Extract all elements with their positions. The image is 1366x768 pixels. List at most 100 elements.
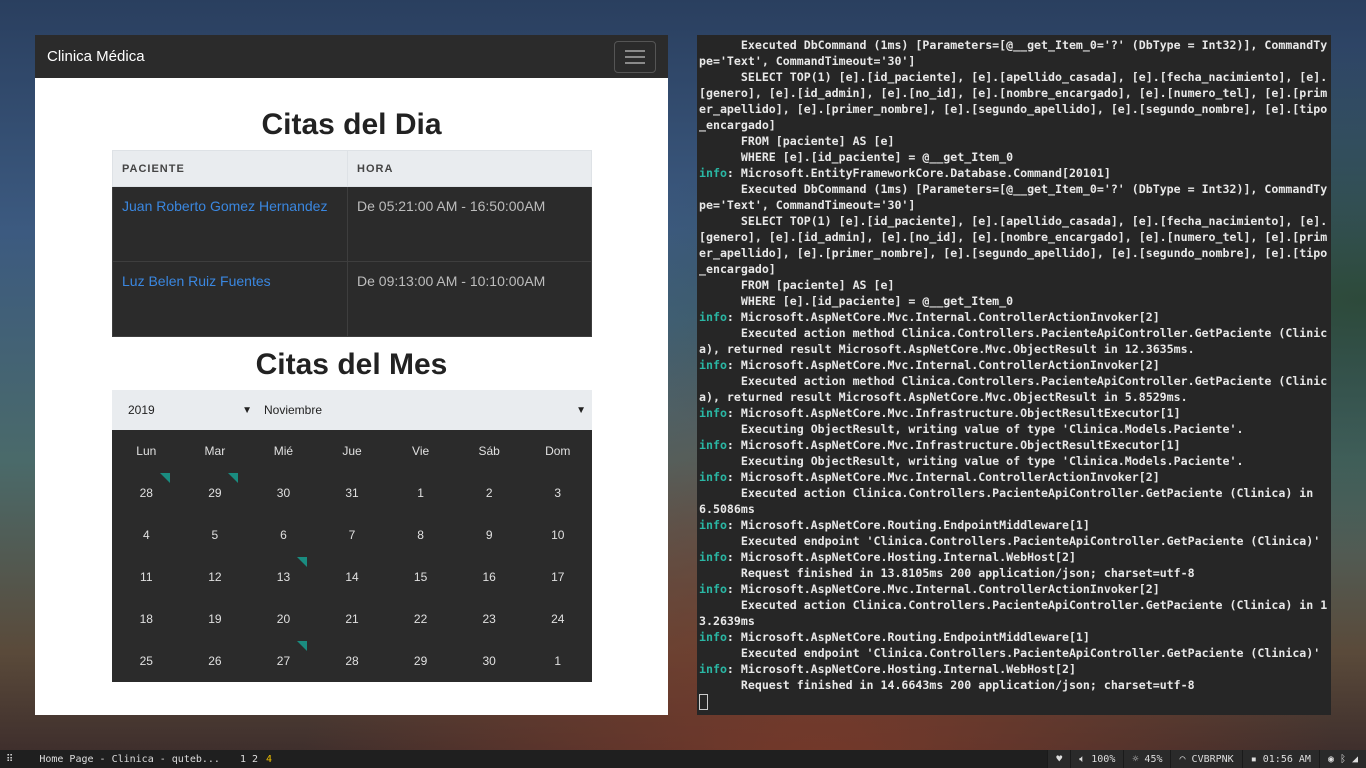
calendar-day[interactable]: 22 [386,598,455,640]
terminal-line: Executed action Clinica.Controllers.Paci… [699,486,1321,516]
calendar-day[interactable]: 2 [455,472,524,514]
calendar-day[interactable]: 25 [112,640,181,682]
terminal-line: SELECT TOP(1) [e].[id_paciente], [e].[ap… [699,214,1328,276]
calendar-week: 4 5 6 7 8 9 10 [112,514,592,556]
log-level-label: info [699,582,727,596]
weekday-label: Sáb [478,444,500,458]
log-level-label: info [699,630,727,644]
calendar-day[interactable]: 3 [523,472,592,514]
calendar-day[interactable]: 12 [181,556,250,598]
calendar-day[interactable]: 17 [523,556,592,598]
calendar-day[interactable]: 24 [523,598,592,640]
col-hora-header: HORA [347,150,592,187]
year-select[interactable]: 2019 ▼ [112,390,258,430]
calendar-day[interactable]: 14 [318,556,387,598]
calendar-day[interactable]: 10 [523,514,592,556]
terminal-line: Executed endpoint 'Clinica.Controllers.P… [699,534,1321,548]
system-tray: ♥ 🔈︎ 100% ☼ 45% ◠ CVBRPNK ▪ 01:56 AM ◉ ᛒ ◢ [1047,750,1366,768]
brightness-indicator[interactable]: ☼ 45% [1123,750,1171,768]
calendar-day[interactable]: 31 [318,472,387,514]
calendar-day[interactable]: 1 [523,640,592,682]
terminal-line: info: Microsoft.AspNetCore.Mvc.Internal.… [699,310,1160,324]
calendar-day[interactable]: 30 [249,472,318,514]
calendar-day[interactable]: 7 [318,514,387,556]
terminal-line: info: Microsoft.AspNetCore.Routing.Endpo… [699,518,1090,532]
calendar-day[interactable]: 13 [249,556,318,598]
navbar-brand[interactable]: Clinica Médica [47,48,145,65]
calendar-day[interactable]: 26 [181,640,250,682]
workspace-4[interactable]: 4 [262,754,276,765]
terminal-line: info: Microsoft.AspNetCore.Routing.Endpo… [699,630,1090,644]
calendar-day[interactable]: 15 [386,556,455,598]
patient-link[interactable]: Luz Belen Ruiz Fuentes [112,261,348,337]
wifi-indicator[interactable]: ◠ CVBRPNK [1170,750,1242,768]
calendar-day[interactable]: 29 [386,640,455,682]
calendar-week: 25 26 27 28 29 30 1 [112,640,592,682]
terminal-line: info: Microsoft.AspNetCore.Mvc.Internal.… [699,470,1160,484]
active-window-title[interactable]: Home Page - Clinica - quteb... [19,754,226,765]
calendar-day[interactable]: 27 [249,640,318,682]
table-row: Juan Roberto Gomez Hernandez De 05:21:00… [112,186,592,262]
patient-link[interactable]: Juan Roberto Gomez Hernandez [112,186,348,262]
terminal-output: Executed DbCommand (1ms) [Parameters=[@_… [697,35,1331,712]
calendar-day[interactable]: 9 [455,514,524,556]
calendar-week: 11 12 13 14 15 16 17 [112,556,592,598]
calendar-day[interactable]: 19 [181,598,250,640]
heart-icon[interactable]: ♥ [1047,750,1071,768]
calendar-icon: ▪ [1250,753,1257,765]
calendar-day[interactable]: 16 [455,556,524,598]
clock[interactable]: ▪ 01:56 AM [1241,750,1319,768]
volume-indicator[interactable]: 🔈︎ 100% [1070,750,1124,768]
dropdown-arrow-icon: ▼ [242,404,252,416]
workspace-1[interactable]: 1 [226,754,248,765]
log-level-label: info [699,358,727,372]
calendar-day[interactable]: 1 [386,472,455,514]
terminal-line: Request finished in 14.6643ms 200 applic… [699,678,1195,692]
calendar-day[interactable]: 5 [181,514,250,556]
browser-window: Clinica Médica Citas del Dia PACIENTE HO… [35,35,668,715]
terminal-line: Executing ObjectResult, writing value of… [699,454,1244,468]
weekday-label: Vie [412,444,430,458]
apps-grid-icon[interactable]: ⠿ [0,754,19,765]
terminal-line: info: Microsoft.AspNetCore.Hosting.Inter… [699,662,1076,676]
hamburger-icon [625,49,645,52]
terminal-line: FROM [paciente] AS [e] [699,134,895,148]
calendar-day[interactable]: 21 [318,598,387,640]
workspace-2[interactable]: 2 [248,754,262,765]
wifi-icon: ◠ [1179,753,1186,765]
col-paciente-header: PACIENTE [112,150,348,187]
calendar-day[interactable]: 23 [455,598,524,640]
calendar-day[interactable]: 4 [112,514,181,556]
tray-icons[interactable]: ◉ ᛒ ◢ [1318,750,1366,768]
hora-cell: De 09:13:00 AM - 10:10:00AM [347,261,592,337]
calendar-day[interactable]: 28 [112,472,181,514]
terminal-line: WHERE [e].[id_paciente] = @__get_Item_0 [699,150,1014,164]
navbar-toggler-button[interactable] [614,40,656,73]
calendar-day[interactable]: 11 [112,556,181,598]
terminal-line: FROM [paciente] AS [e] [699,278,895,292]
navbar: Clinica Médica [35,35,668,78]
calendar-day[interactable]: 30 [455,640,524,682]
month-select[interactable]: Noviembre ▼ [258,390,592,430]
terminal-line: WHERE [e].[id_paciente] = @__get_Item_0 [699,294,1014,308]
month-select-value: Noviembre [264,403,323,417]
terminal-window[interactable]: Executed DbCommand (1ms) [Parameters=[@_… [697,35,1331,715]
calendar-day[interactable]: 6 [249,514,318,556]
calendar-day[interactable]: 18 [112,598,181,640]
bluetooth-icon[interactable]: ᛒ [1340,754,1346,765]
calendar-day[interactable]: 28 [318,640,387,682]
dropdown-arrow-icon: ▼ [576,404,586,416]
citas-dia-title: Citas del Dia [261,108,442,141]
calendar-selectors: 2019 ▼ Noviembre ▼ [112,390,592,430]
calendar-week: 18 19 20 21 22 23 24 [112,598,592,640]
network-icon[interactable]: ◢ [1352,754,1358,765]
steam-icon[interactable]: ◉ [1328,754,1334,765]
calendar-day[interactable]: 20 [249,598,318,640]
calendar-weekday-header: Lun Mar Mié Jue Vie Sáb Dom [112,430,592,472]
calendar-day[interactable]: 8 [386,514,455,556]
terminal-line: Executing ObjectResult, writing value of… [699,422,1244,436]
log-level-label: info [699,518,727,532]
terminal-line: Executed DbCommand (1ms) [Parameters=[@_… [699,38,1328,68]
sun-icon: ☼ [1132,753,1139,765]
calendar-day[interactable]: 29 [181,472,250,514]
